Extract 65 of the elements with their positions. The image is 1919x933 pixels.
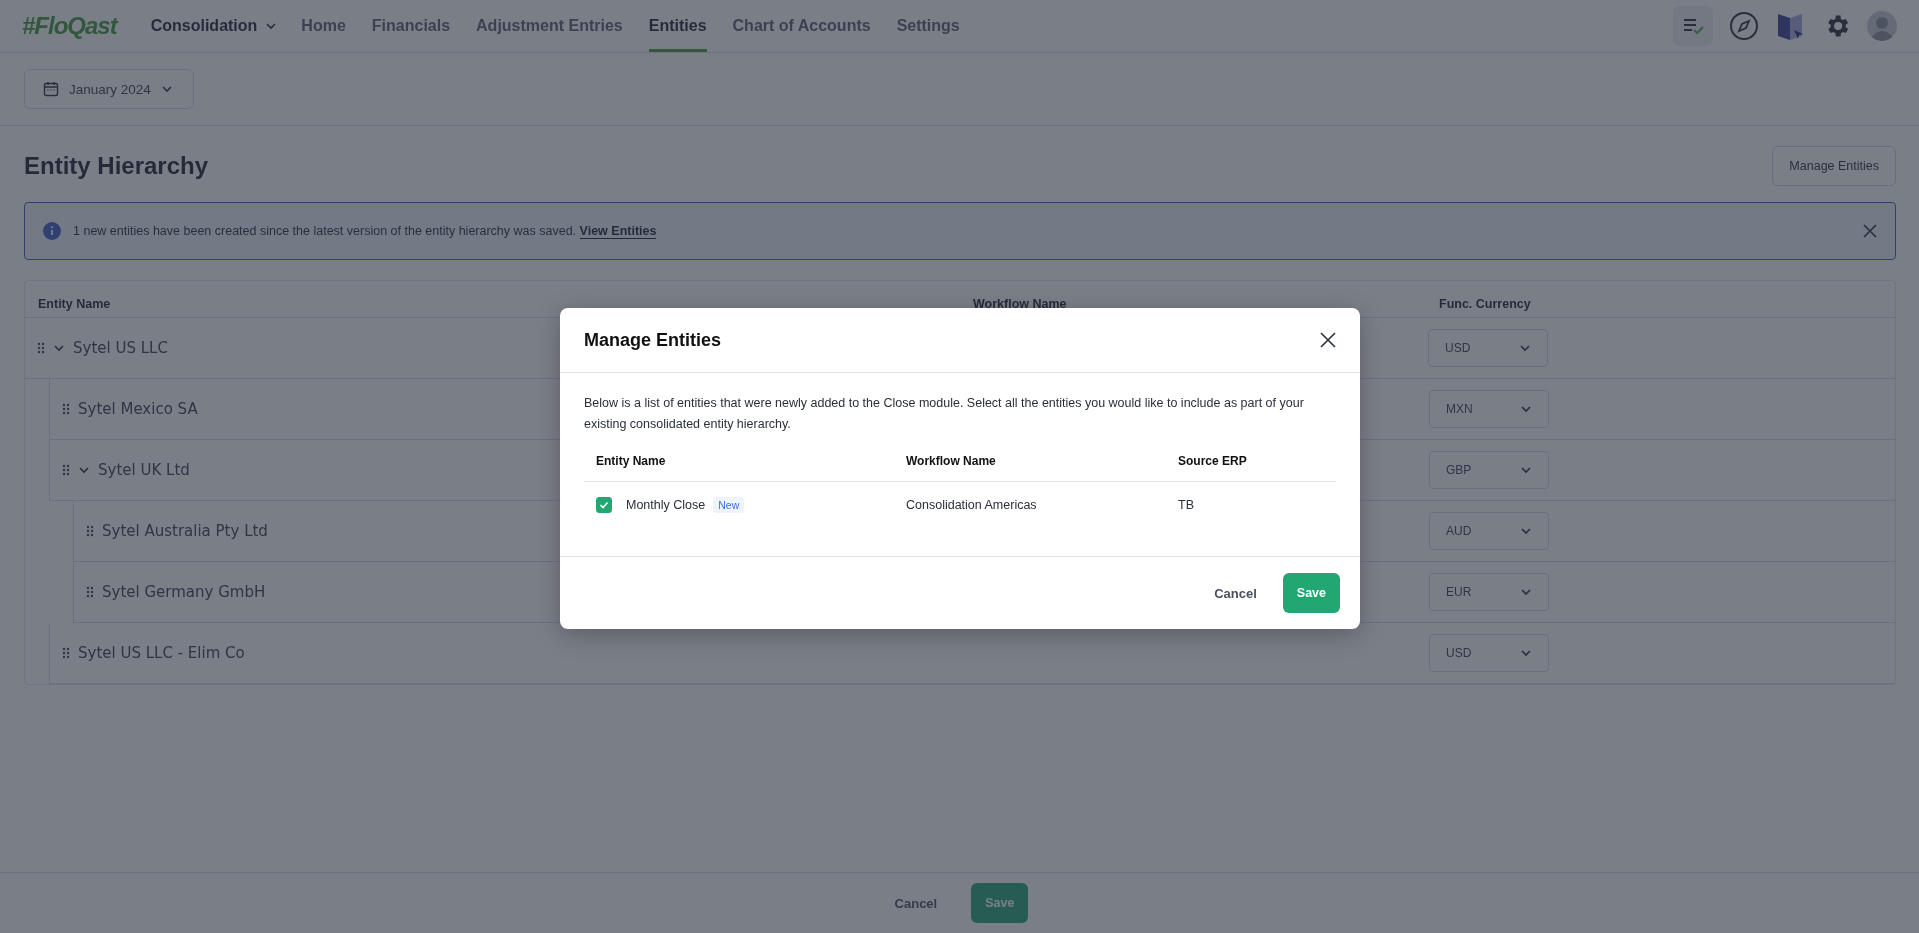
drag-handle-icon[interactable] [86, 525, 94, 537]
nav-tab[interactable]: Home [301, 0, 346, 52]
new-badge: New [713, 497, 745, 513]
currency-select[interactable]: USD [1429, 634, 1549, 672]
caret-icon [160, 83, 173, 95]
nav-tab[interactable]: Financials [371, 0, 451, 52]
period-picker[interactable]: January 2024 [24, 69, 194, 109]
nav-tab[interactable]: Chart of Accounts [732, 0, 871, 52]
drag-handle-icon[interactable] [62, 647, 70, 659]
caret-icon [1520, 586, 1532, 598]
checklist-icon[interactable] [1673, 6, 1713, 46]
save-button[interactable]: Save [971, 883, 1029, 923]
entity-name: Sytel US LLC [73, 339, 168, 357]
currency-select[interactable]: MXN [1429, 390, 1549, 428]
module-dropdown[interactable]: Consolidation [150, 17, 278, 35]
nav-tab[interactable]: Adjustment Entries [476, 0, 623, 52]
save-button[interactable]: Save [1282, 573, 1340, 613]
column-header: Source ERP [1178, 454, 1248, 468]
currency-select[interactable]: GBP [1429, 451, 1549, 489]
checkbox[interactable] [596, 497, 612, 513]
nav-tab[interactable]: Settings [896, 0, 960, 52]
banner-message: 1 new entities have been created since the latest version of the entity hierarchy was saved. View Entities [73, 224, 658, 238]
dialog-description: Below is a list of entities that were newly added to the Close module. Select all the entities you would like to include as part of your existing consolidated entity hierarchy. [584, 395, 1305, 433]
column-header: Func. Currency [1438, 297, 1532, 311]
currency-select[interactable]: EUR [1429, 573, 1549, 611]
entity-name: Sytel Mexico SA [78, 400, 198, 418]
entity-name: Sytel UK Ltd [98, 461, 190, 479]
drag-handle-icon[interactable] [86, 586, 94, 598]
caret-icon [1519, 342, 1531, 354]
source-erp: TB [1178, 498, 1195, 512]
caret-icon [265, 20, 278, 32]
info-icon [43, 222, 61, 240]
logo[interactable]: #FloQast [22, 12, 117, 40]
caret-icon[interactable] [53, 342, 65, 354]
column-header: Entity Name [37, 297, 112, 311]
caret-icon[interactable] [78, 464, 90, 476]
dialog-title: Manage Entities [584, 329, 722, 351]
column-header: Entity Name [596, 454, 667, 468]
column-header: Workflow Name [906, 454, 997, 468]
cancel-button[interactable]: Cancel [1210, 577, 1261, 609]
page-title: Entity Hierarchy [24, 152, 209, 180]
drag-handle-icon[interactable] [62, 403, 70, 415]
workflow-name: Consolidation Americas [906, 498, 1038, 512]
drag-handle-icon[interactable] [37, 342, 45, 354]
cancel-button[interactable]: Cancel [890, 887, 942, 919]
currency-select[interactable]: AUD [1429, 512, 1549, 550]
entity-name: Sytel US LLC - Elim Co [78, 644, 245, 662]
entity-name: Monthly Close [626, 498, 706, 512]
caret-icon [1520, 403, 1532, 415]
caret-icon [1520, 525, 1532, 537]
caret-icon [1520, 647, 1532, 659]
nav-tab[interactable]: Entities [648, 0, 707, 52]
currency-select[interactable]: USD [1428, 329, 1548, 367]
drag-handle-icon[interactable] [62, 464, 70, 476]
view-entities-link[interactable]: View Entities [579, 224, 657, 239]
entity-name: Sytel Germany GmbH [102, 583, 266, 601]
manage-entities-button[interactable]: Manage Entities [1772, 146, 1896, 186]
check-icon [599, 500, 609, 510]
calendar-icon [43, 81, 59, 97]
close-icon[interactable] [1320, 332, 1336, 348]
compass-icon[interactable] [1729, 11, 1759, 41]
entity-name: Sytel Australia Pty Ltd [102, 522, 268, 540]
caret-icon [1520, 464, 1532, 476]
column-header: Workflow Name [972, 297, 1068, 311]
avatar[interactable] [1867, 11, 1897, 41]
